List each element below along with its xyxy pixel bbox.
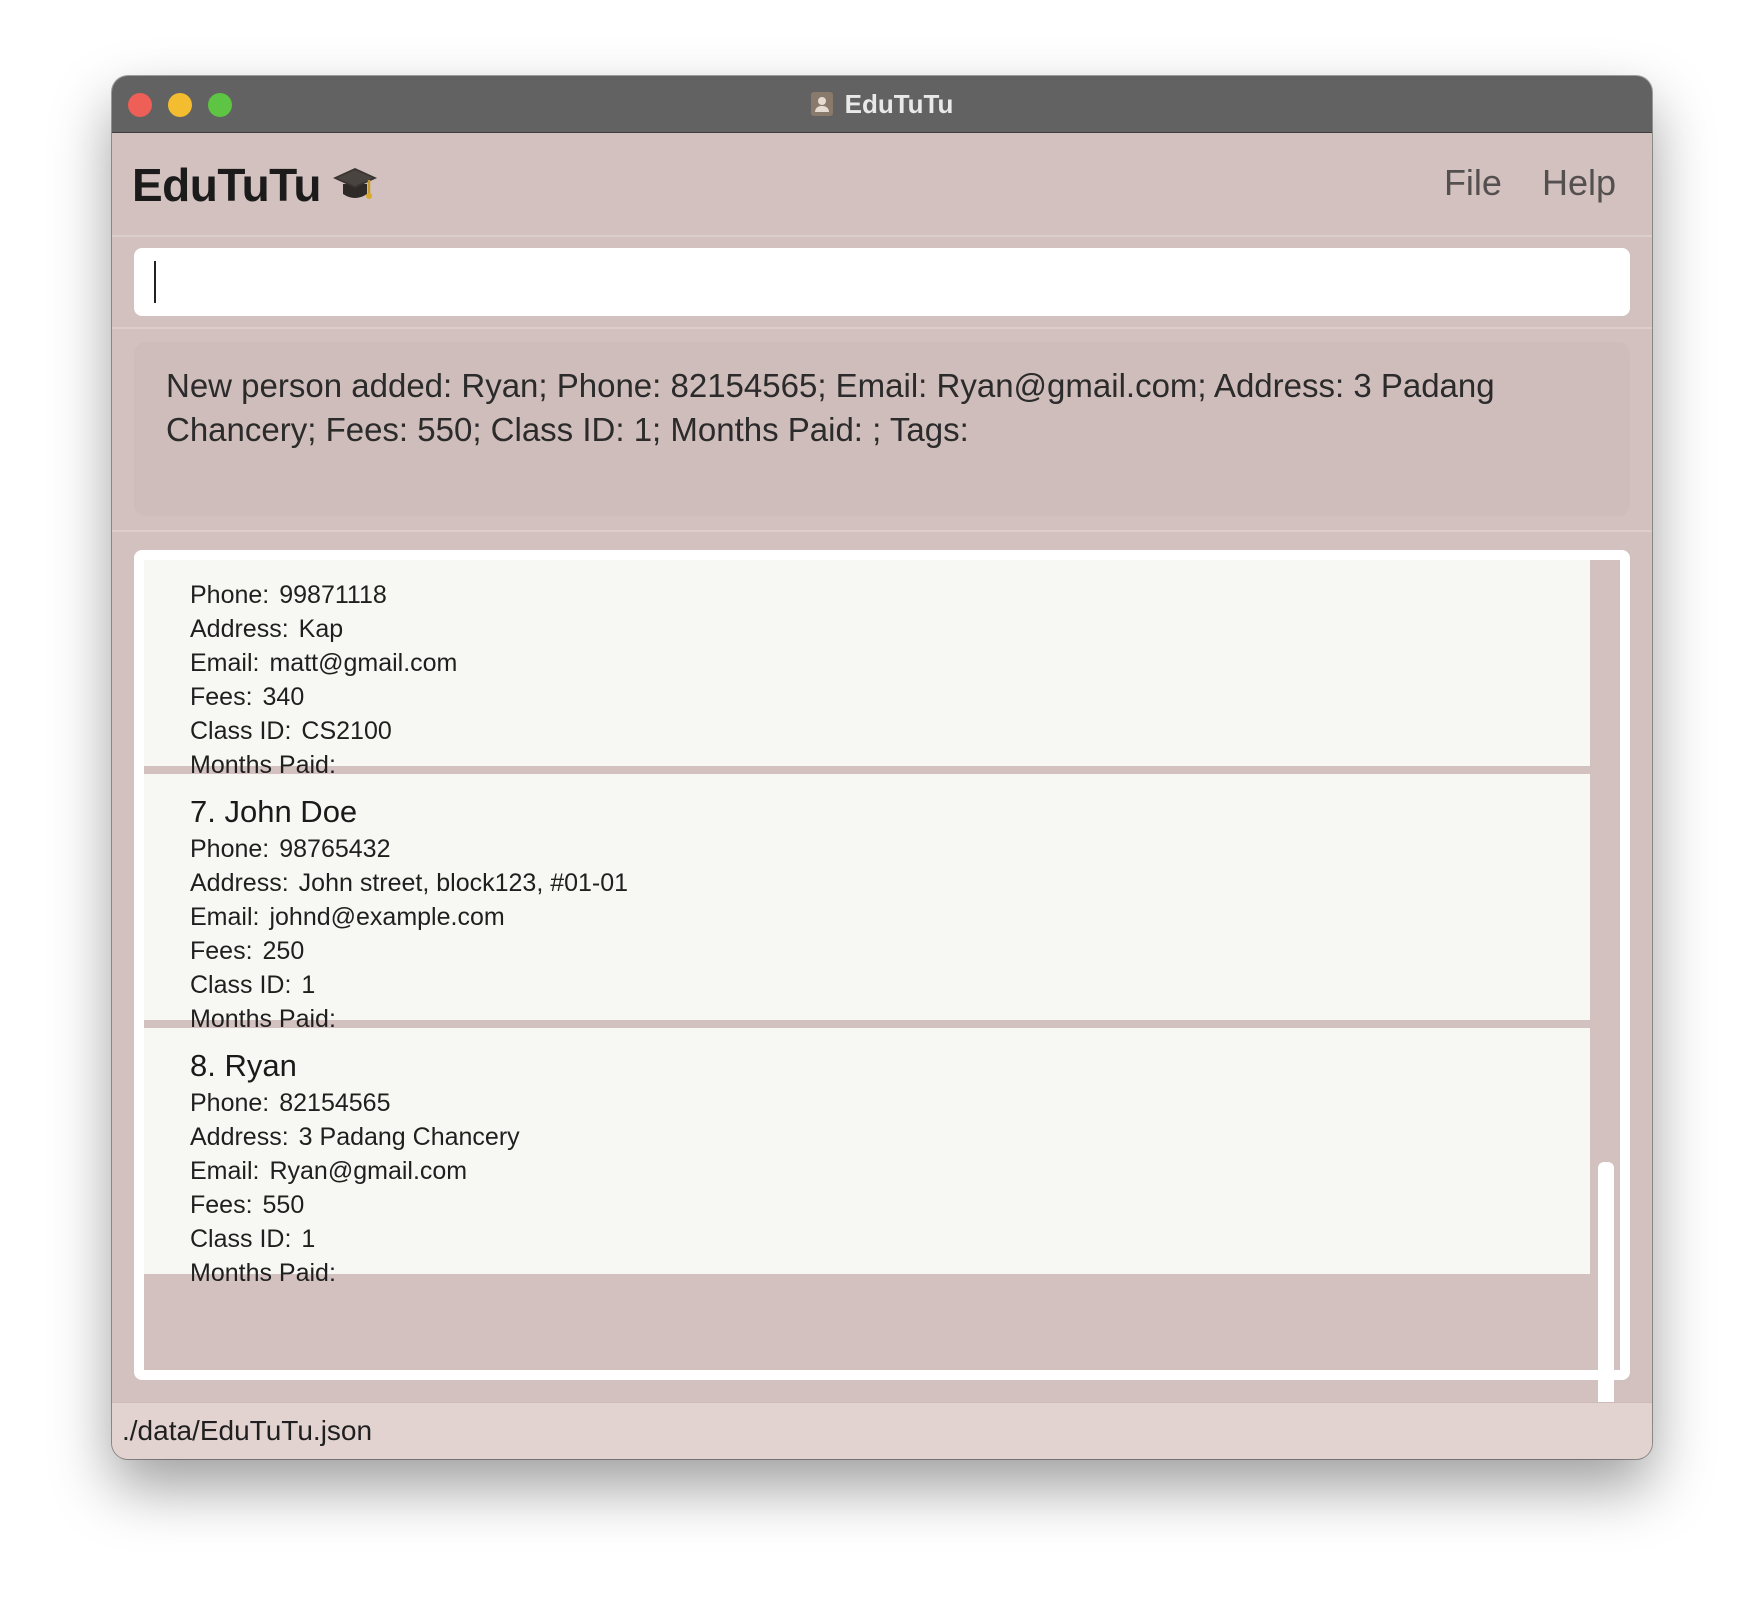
result-display: New person added: Ryan; Phone: 82154565;… [134, 342, 1630, 516]
fees-field: Fees: 550 [190, 1188, 1590, 1222]
phone-value: 99871118 [279, 581, 387, 609]
email-label: Email: [190, 1157, 260, 1185]
person-card[interactable]: 7. John Doe Phone: 98765432 Address: John … [144, 774, 1590, 1033]
email-value: matt@gmail.com [269, 649, 458, 677]
scrollbar-thumb[interactable] [1598, 1162, 1614, 1434]
months-paid-field: Months Paid: [190, 1256, 1590, 1290]
address-value: 3 Padang Chancery [298, 1123, 520, 1151]
fees-value: 340 [262, 683, 305, 711]
screen: EduTuTu EduTuTu File Help New person add… [0, 0, 1764, 1608]
phone-field: Phone: 98765432 [190, 832, 1590, 866]
email-value: johnd@example.com [269, 903, 505, 931]
app-window: EduTuTu EduTuTu File Help New person add… [112, 76, 1652, 1459]
title-group: EduTuTu [112, 76, 1652, 132]
save-location-path: ./data/EduTuTu.json [122, 1415, 373, 1446]
address-field: Address: John street, block123, #01-01 [190, 866, 1590, 900]
class-id-value: CS2100 [301, 717, 392, 745]
fees-field: Fees: 250 [190, 934, 1590, 968]
command-input[interactable] [134, 248, 1630, 316]
status-bar: ./data/EduTuTu.json [112, 1402, 1652, 1459]
app-logo: EduTuTu [132, 158, 379, 212]
email-field: Email: matt@gmail.com [190, 646, 1590, 680]
person-card[interactable]: Phone: 99871118 Address: Kap Email: matt@gm… [144, 560, 1590, 779]
phone-label: Phone: [190, 835, 270, 863]
months-paid-label: Months Paid: [190, 1259, 336, 1287]
fees-label: Fees: [190, 937, 253, 965]
app-header: EduTuTu File Help [112, 132, 1652, 235]
app-name: EduTuTu [132, 159, 321, 211]
phone-label: Phone: [190, 581, 270, 609]
menu-file[interactable]: File [1444, 162, 1502, 204]
email-field: Email: johnd@example.com [190, 900, 1590, 934]
class-id-label: Class ID: [190, 1225, 292, 1253]
class-id-label: Class ID: [190, 971, 292, 999]
email-value: Ryan@gmail.com [269, 1157, 468, 1185]
class-id-label: Class ID: [190, 717, 292, 745]
class-id-value: 1 [301, 971, 316, 999]
menu-help[interactable]: Help [1542, 162, 1616, 204]
phone-field: Phone: 82154565 [190, 1086, 1590, 1120]
phone-field: Phone: 99871118 [190, 578, 1590, 612]
person-card[interactable]: 8. Ryan Phone: 82154565 Address: 3 Padang … [144, 1028, 1590, 1287]
address-value: John street, block123, #01-01 [298, 869, 629, 897]
person-name: 8. Ryan [190, 1048, 297, 1083]
text-caret [154, 261, 156, 303]
address-label: Address: [190, 615, 289, 643]
address-label: Address: [190, 1123, 289, 1151]
class-id-field: Class ID: 1 [190, 1222, 1590, 1256]
address-label: Address: [190, 869, 289, 897]
divider [112, 327, 1652, 329]
fees-label: Fees: [190, 1191, 253, 1219]
divider [112, 530, 1652, 532]
address-field: Address: Kap [190, 612, 1590, 646]
result-message: New person added: Ryan; Phone: 82154565;… [166, 367, 1495, 448]
person-name [190, 560, 1590, 578]
fees-label: Fees: [190, 683, 253, 711]
address-value: Kap [298, 615, 344, 643]
app-proxy-icon [810, 92, 833, 116]
phone-label: Phone: [190, 1089, 270, 1117]
address-field: Address: 3 Padang Chancery [190, 1120, 1590, 1154]
email-label: Email: [190, 903, 260, 931]
fees-value: 250 [262, 937, 305, 965]
email-field: Email: Ryan@gmail.com [190, 1154, 1590, 1188]
phone-value: 98765432 [279, 835, 391, 863]
class-id-field: Class ID: CS2100 [190, 714, 1590, 748]
graduation-cap-icon [331, 162, 379, 208]
person-list-panel: Phone: 99871118 Address: Kap Email: matt@gm… [134, 550, 1630, 1434]
person-name: 7. John Doe [190, 794, 358, 829]
fees-value: 550 [262, 1191, 305, 1219]
class-id-value: 1 [301, 1225, 316, 1253]
class-id-field: Class ID: 1 [190, 968, 1590, 1002]
divider [112, 235, 1652, 237]
email-label: Email: [190, 649, 260, 677]
menu-bar: File Help [1444, 162, 1616, 204]
title-bar[interactable]: EduTuTu [112, 76, 1652, 133]
fees-field: Fees: 340 [190, 680, 1590, 714]
phone-value: 82154565 [279, 1089, 391, 1117]
person-list[interactable]: Phone: 99871118 Address: Kap Email: matt@gm… [144, 560, 1590, 1370]
window-title: EduTuTu [844, 88, 954, 119]
